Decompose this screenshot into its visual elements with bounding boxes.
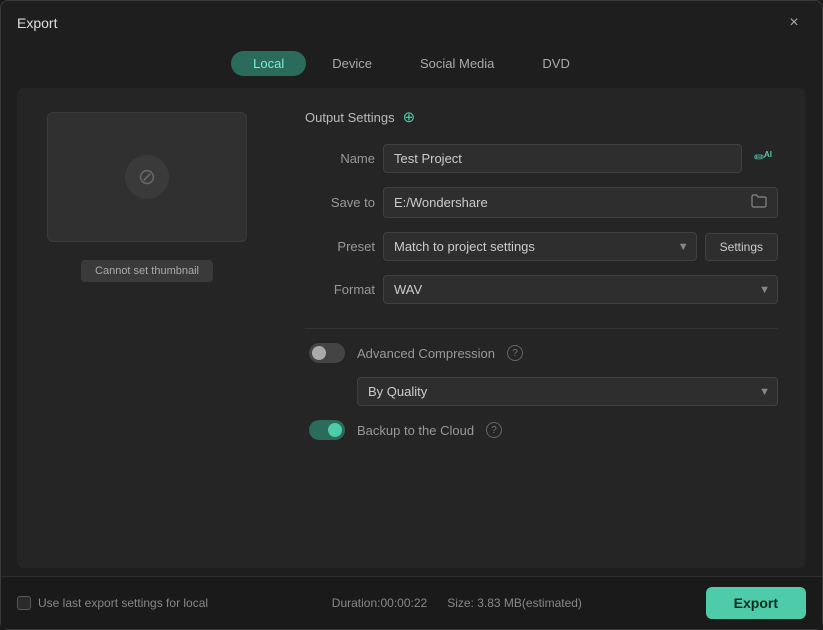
thumbnail-button[interactable]: Cannot set thumbnail (81, 260, 213, 282)
last-settings-checkbox-label[interactable]: Use last export settings for local (17, 596, 208, 610)
export-dialog: Export × Local Device Social Media DVD ⊘… (0, 0, 823, 630)
format-row: Format WAV ▼ (305, 275, 778, 304)
divider (305, 328, 778, 329)
format-select-wrapper: WAV ▼ (383, 275, 778, 304)
browse-folder-button[interactable] (751, 194, 767, 211)
svg-text:AI: AI (764, 150, 772, 159)
footer: Use last export settings for local Durat… (1, 576, 822, 629)
name-label: Name (305, 151, 375, 166)
preview-panel: ⊘ Cannot set thumbnail (17, 88, 277, 568)
preset-select[interactable]: Match to project settings (383, 232, 697, 261)
save-to-row: Save to E:/Wondershare (305, 187, 778, 218)
name-input[interactable] (383, 144, 742, 173)
content-area: ⊘ Cannot set thumbnail Output Settings ⊕… (1, 88, 822, 576)
preset-row: Preset Match to project settings ▼ Setti… (305, 232, 778, 261)
tab-social-media[interactable]: Social Media (398, 51, 516, 76)
section-title: Output Settings ⊕ (305, 108, 778, 126)
footer-meta: Duration:00:00:22 Size: 3.83 MB(estimate… (332, 596, 582, 610)
export-button[interactable]: Export (706, 587, 806, 619)
preset-label: Preset (305, 239, 375, 254)
backup-cloud-help-icon[interactable]: ? (486, 422, 502, 438)
size-text: Size: 3.83 MB(estimated) (447, 596, 582, 610)
tab-device[interactable]: Device (310, 51, 394, 76)
window-title: Export (17, 15, 57, 31)
quality-select[interactable]: By Quality (357, 377, 778, 406)
advanced-compression-help-icon[interactable]: ? (507, 345, 523, 361)
save-path-text: E:/Wondershare (394, 195, 751, 210)
thumbnail-box: ⊘ (47, 112, 247, 242)
thumbnail-placeholder-icon: ⊘ (125, 155, 169, 199)
close-button[interactable]: × (782, 11, 806, 35)
last-settings-checkbox[interactable] (17, 596, 31, 610)
output-settings-icon: ⊕ (403, 108, 416, 126)
advanced-compression-toggle[interactable] (309, 343, 345, 363)
format-label: Format (305, 282, 375, 297)
backup-cloud-row: Backup to the Cloud ? (305, 420, 778, 440)
advanced-compression-label: Advanced Compression (357, 346, 495, 361)
main-panel: ⊘ Cannot set thumbnail Output Settings ⊕… (17, 88, 806, 568)
ai-rename-button[interactable]: ✏ AI (750, 146, 778, 172)
preset-select-wrapper: Match to project settings ▼ (383, 232, 697, 261)
duration-text: Duration:00:00:22 (332, 596, 427, 610)
footer-left: Use last export settings for local (17, 596, 208, 610)
tab-bar: Local Device Social Media DVD (1, 43, 822, 88)
name-row: Name ✏ AI (305, 144, 778, 173)
save-path-display: E:/Wondershare (383, 187, 778, 218)
last-settings-label: Use last export settings for local (38, 596, 208, 610)
format-select[interactable]: WAV (383, 275, 778, 304)
quality-select-wrapper: By Quality ▼ (357, 377, 778, 406)
quality-row: By Quality ▼ (305, 377, 778, 406)
backup-cloud-toggle[interactable] (309, 420, 345, 440)
settings-panel: Output Settings ⊕ Name ✏ AI (277, 88, 806, 568)
tab-local[interactable]: Local (231, 51, 306, 76)
preset-settings-button[interactable]: Settings (705, 233, 778, 261)
title-bar: Export × (1, 1, 822, 43)
tab-dvd[interactable]: DVD (520, 51, 591, 76)
save-to-label: Save to (305, 195, 375, 210)
advanced-compression-row: Advanced Compression ? (305, 343, 778, 363)
backup-cloud-label: Backup to the Cloud (357, 423, 474, 438)
